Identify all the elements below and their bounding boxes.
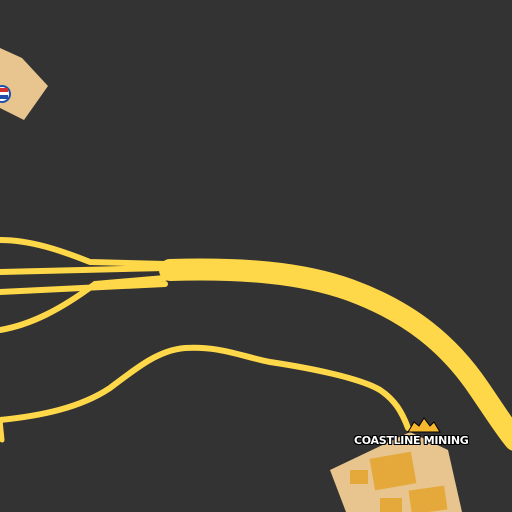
building-mine-block-4: [380, 498, 402, 512]
road-south-loop[interactable]: [0, 344, 411, 431]
mine-icon[interactable]: [407, 417, 441, 433]
road-main[interactable]: [159, 258, 512, 451]
flag-badge-icon: [0, 85, 11, 103]
building-mine-block-3: [350, 470, 368, 484]
road-upper-merge[interactable]: [0, 265, 168, 275]
map-canvas[interactable]: COASTLINE MINING: [0, 0, 512, 512]
poi-label[interactable]: COASTLINE MINING: [354, 434, 469, 447]
road-left-stub[interactable]: [0, 417, 5, 443]
building-top-left: [0, 48, 48, 120]
road-upper-branch[interactable]: [0, 237, 168, 267]
